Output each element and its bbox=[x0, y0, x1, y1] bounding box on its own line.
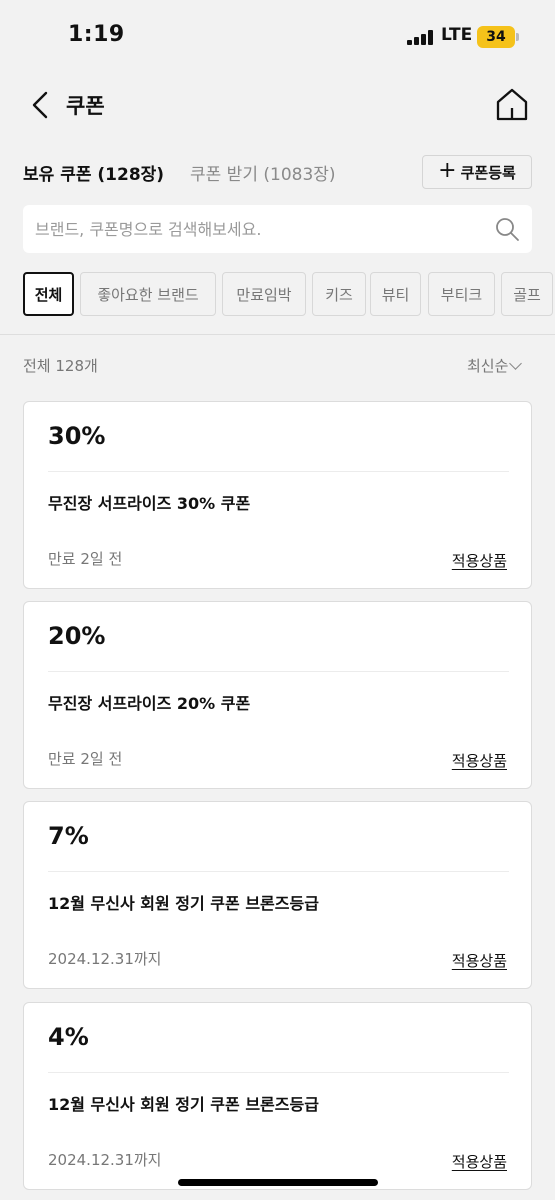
coupon-expiry: 만료 2일 전 bbox=[48, 750, 123, 768]
filter-chip-golf[interactable]: 골프 bbox=[501, 272, 553, 316]
coupon-name: 무진장 서프라이즈 30% 쿠폰 bbox=[48, 494, 251, 513]
tab-get-coupons[interactable]: 쿠폰 받기 (1083장) bbox=[190, 160, 336, 185]
card-divider bbox=[48, 1072, 509, 1073]
filter-chip-boutique[interactable]: 부티크 bbox=[428, 272, 495, 316]
register-coupon-label: 쿠폰등록 bbox=[460, 163, 516, 182]
chevron-left-icon[interactable] bbox=[28, 90, 54, 120]
network-label: LTE bbox=[441, 25, 473, 45]
card-divider bbox=[48, 871, 509, 872]
filter-chip-liked-brands[interactable]: 좋아요한 브랜드 bbox=[80, 272, 216, 316]
coupon-card[interactable]: 4% 12월 무신사 회원 정기 쿠폰 브론즈등급 2024.12.31까지 적… bbox=[23, 1002, 532, 1190]
search-input[interactable] bbox=[35, 205, 475, 253]
applicable-products-link[interactable]: 적용상품 bbox=[452, 550, 507, 571]
battery-icon: 34 bbox=[477, 26, 515, 48]
search-box bbox=[23, 205, 532, 253]
filter-chip-all[interactable]: 전체 bbox=[23, 272, 74, 316]
coupon-card[interactable]: 7% 12월 무신사 회원 정기 쿠폰 브론즈등급 2024.12.31까지 적… bbox=[23, 801, 532, 989]
coupon-name: 무진장 서프라이즈 20% 쿠폰 bbox=[48, 694, 251, 713]
home-indicator bbox=[178, 1179, 378, 1186]
applicable-products-link[interactable]: 적용상품 bbox=[452, 750, 507, 771]
coupon-count: 전체 128개 bbox=[23, 357, 98, 375]
coupon-expiry: 만료 2일 전 bbox=[48, 550, 123, 568]
sort-label: 최신순 bbox=[467, 357, 509, 375]
status-time: 1:19 bbox=[68, 22, 125, 47]
coupon-expiry: 2024.12.31까지 bbox=[48, 950, 162, 968]
coupon-name: 12월 무신사 회원 정기 쿠폰 브론즈등급 bbox=[48, 894, 319, 913]
battery-tip bbox=[516, 33, 519, 41]
sort-dropdown[interactable]: 최신순 bbox=[467, 355, 523, 376]
coupon-discount: 7% bbox=[48, 822, 89, 850]
coupon-discount: 30% bbox=[48, 422, 106, 450]
register-coupon-button[interactable]: + 쿠폰등록 bbox=[422, 155, 532, 189]
coupon-name: 12월 무신사 회원 정기 쿠폰 브론즈등급 bbox=[48, 1095, 319, 1114]
applicable-products-link[interactable]: 적용상품 bbox=[452, 950, 507, 971]
coupon-discount: 4% bbox=[48, 1023, 89, 1051]
filter-chips: 전체 좋아요한 브랜드 만료임박 키즈 뷰티 부티크 골프 bbox=[23, 272, 555, 316]
navigation-bar: 쿠폰 bbox=[0, 78, 555, 132]
home-icon[interactable] bbox=[494, 86, 530, 122]
card-divider bbox=[48, 471, 509, 472]
card-divider bbox=[48, 671, 509, 672]
filter-chip-beauty[interactable]: 뷰티 bbox=[370, 272, 421, 316]
tab-held-coupons[interactable]: 보유 쿠폰 (128장) bbox=[23, 160, 164, 185]
coupon-discount: 20% bbox=[48, 622, 106, 650]
filter-chip-kids[interactable]: 키즈 bbox=[312, 272, 366, 316]
applicable-products-link[interactable]: 적용상품 bbox=[452, 1151, 507, 1172]
divider bbox=[0, 334, 555, 335]
chevron-down-icon bbox=[509, 357, 523, 370]
coupon-card[interactable]: 20% 무진장 서프라이즈 20% 쿠폰 만료 2일 전 적용상품 bbox=[23, 601, 532, 789]
coupon-expiry: 2024.12.31까지 bbox=[48, 1151, 162, 1169]
coupon-card[interactable]: 30% 무진장 서프라이즈 30% 쿠폰 만료 2일 전 적용상품 bbox=[23, 401, 532, 589]
search-icon[interactable] bbox=[494, 216, 520, 242]
plus-icon: + bbox=[438, 158, 457, 183]
signal-icon bbox=[407, 30, 435, 45]
status-bar: 1:19 LTE 34 bbox=[0, 0, 555, 72]
page-title: 쿠폰 bbox=[66, 94, 105, 118]
filter-chip-expiring[interactable]: 만료임박 bbox=[222, 272, 306, 316]
